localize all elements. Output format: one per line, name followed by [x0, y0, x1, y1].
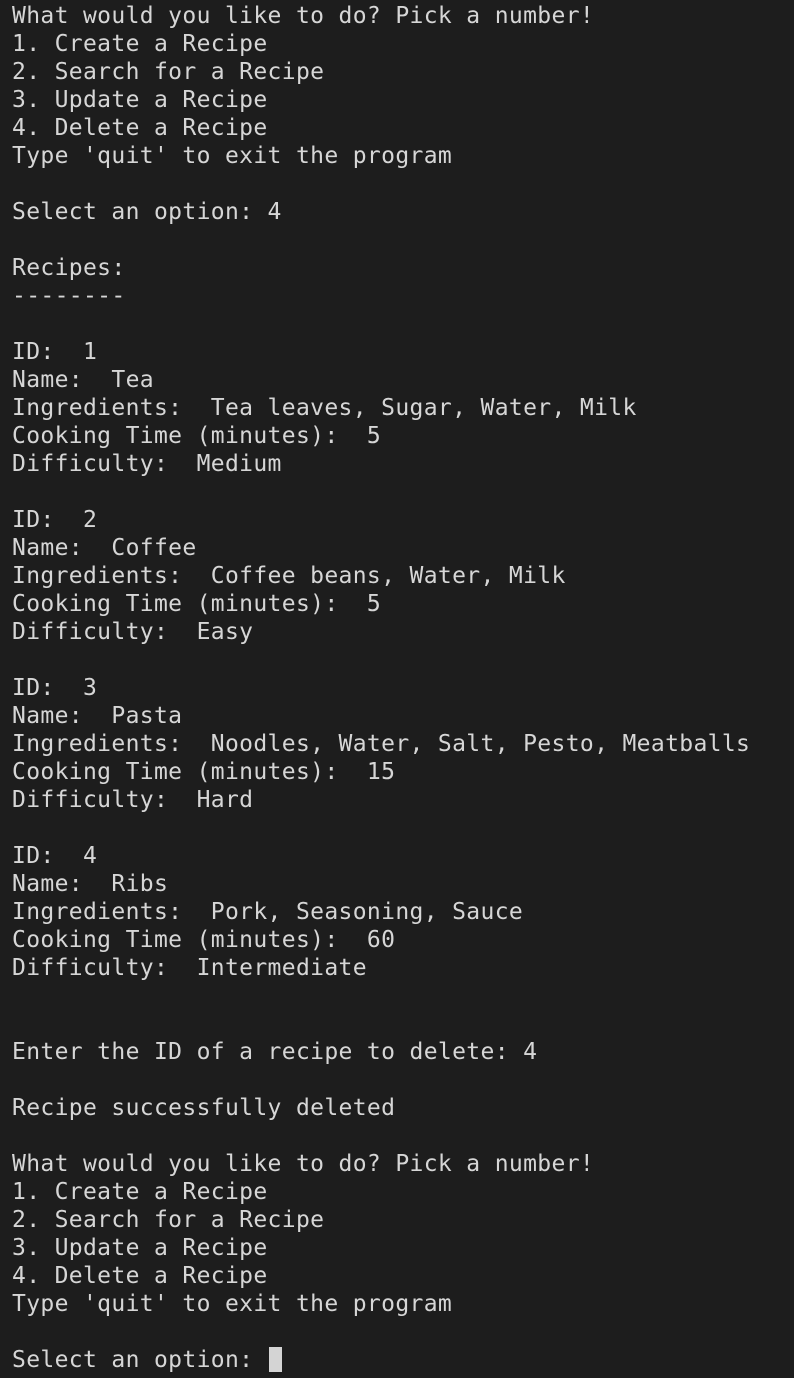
terminal-line: Type 'quit' to exit the program	[12, 143, 453, 169]
prompt-text: Select an option:	[12, 1347, 268, 1373]
terminal-line: Cooking Time (minutes): 15	[12, 759, 396, 785]
terminal-line: Ingredients: Pork, Seasoning, Sauce	[12, 899, 524, 925]
terminal-output: What would you like to do? Pick a number…	[12, 2, 794, 1346]
terminal-line: ID: 3	[12, 675, 98, 701]
terminal-window[interactable]: What would you like to do? Pick a number…	[0, 0, 794, 1378]
terminal-line: Name: Pasta	[12, 703, 183, 729]
terminal-line: 4. Delete a Recipe	[12, 115, 268, 141]
terminal-line: Difficulty: Intermediate	[12, 955, 367, 981]
terminal-line: Type 'quit' to exit the program	[12, 1291, 453, 1317]
terminal-line: Name: Tea	[12, 367, 154, 393]
terminal-line: Difficulty: Easy	[12, 619, 254, 645]
terminal-line: Cooking Time (minutes): 5	[12, 423, 382, 449]
terminal-line: --------	[12, 283, 126, 309]
terminal-line: What would you like to do? Pick a number…	[12, 3, 595, 29]
terminal-line: 3. Update a Recipe	[12, 1235, 268, 1261]
terminal-line: Difficulty: Hard	[12, 787, 254, 813]
terminal-line: Recipe successfully deleted	[12, 1095, 396, 1121]
terminal-line: 1. Create a Recipe	[12, 1179, 268, 1205]
terminal-line: Recipes:	[12, 255, 126, 281]
terminal-line: 2. Search for a Recipe	[12, 59, 325, 85]
terminal-line: Difficulty: Medium	[12, 451, 282, 477]
terminal-line: 1. Create a Recipe	[12, 31, 268, 57]
terminal-line: Name: Ribs	[12, 871, 169, 897]
prompt-line[interactable]: Select an option:	[12, 1346, 794, 1374]
terminal-line: 4. Delete a Recipe	[12, 1263, 268, 1289]
terminal-line: Ingredients: Coffee beans, Water, Milk	[12, 563, 566, 589]
text-cursor	[268, 1347, 282, 1372]
terminal-line: Name: Coffee	[12, 535, 197, 561]
terminal-line: Cooking Time (minutes): 60	[12, 927, 396, 953]
terminal-line: What would you like to do? Pick a number…	[12, 1151, 595, 1177]
terminal-line: ID: 1	[12, 339, 98, 365]
terminal-line: Enter the ID of a recipe to delete: 4	[12, 1039, 538, 1065]
terminal-line: 3. Update a Recipe	[12, 87, 268, 113]
terminal-line: ID: 4	[12, 843, 98, 869]
terminal-line: Select an option: 4	[12, 199, 282, 225]
terminal-line: 2. Search for a Recipe	[12, 1207, 325, 1233]
terminal-line: Ingredients: Tea leaves, Sugar, Water, M…	[12, 395, 637, 421]
terminal-line: Cooking Time (minutes): 5	[12, 591, 382, 617]
terminal-line: Ingredients: Noodles, Water, Salt, Pesto…	[12, 731, 751, 757]
terminal-line: ID: 2	[12, 507, 98, 533]
